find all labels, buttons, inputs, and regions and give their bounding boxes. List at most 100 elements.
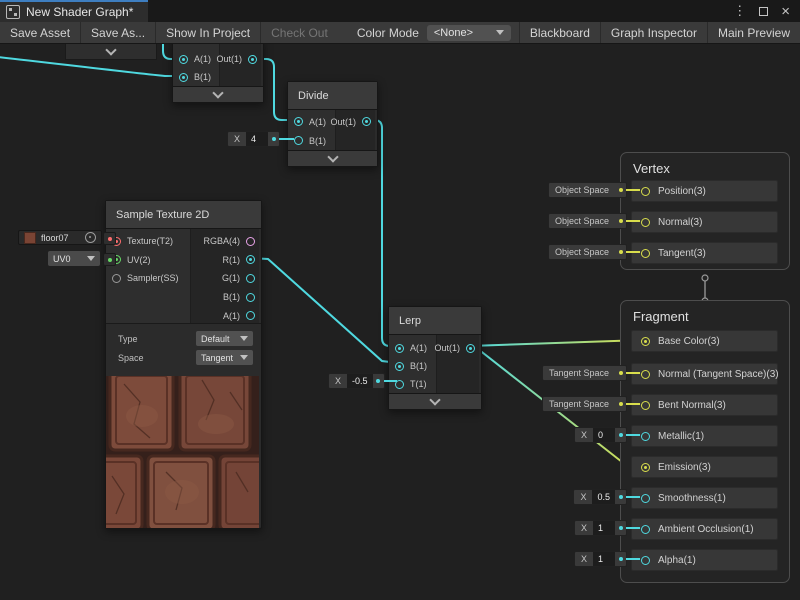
vertex-row-tangent[interactable]: Tangent(3) bbox=[631, 242, 778, 264]
field-value[interactable]: 1 bbox=[593, 521, 615, 535]
edge-sample-r-to-lerp-b[interactable] bbox=[249, 258, 398, 363]
shader-graph-window: A(1) B(1) Out(1) Divide A( bbox=[0, 0, 800, 600]
port-r[interactable] bbox=[246, 255, 255, 264]
ambient-occlusion-default-field[interactable]: X 1 bbox=[574, 520, 627, 536]
title-bar: New Shader Graph* ⋮ × bbox=[0, 0, 800, 22]
sample-title[interactable]: Sample Texture 2D bbox=[106, 201, 261, 229]
add-collapse-bar[interactable] bbox=[173, 86, 263, 102]
metallic-default-field[interactable]: X 0 bbox=[574, 427, 627, 443]
field-value[interactable]: 0.5 bbox=[592, 490, 615, 504]
port-metallic[interactable] bbox=[641, 432, 650, 441]
vertex-row-position[interactable]: Position(3) bbox=[631, 180, 778, 202]
port-sampler[interactable] bbox=[112, 274, 121, 283]
fragment-context[interactable]: Fragment Base Color(3) Normal (Tangent S… bbox=[620, 300, 790, 583]
port-lerp-a[interactable] bbox=[395, 344, 404, 353]
port-bent-normal[interactable] bbox=[641, 401, 650, 410]
sample-output-b: B(1) bbox=[191, 288, 259, 307]
port-a[interactable] bbox=[246, 311, 255, 320]
color-mode-dropdown[interactable]: <None> bbox=[427, 25, 511, 41]
position-binding[interactable]: Object Space bbox=[548, 182, 627, 198]
fragment-row-bent-normal[interactable]: Bent Normal(3) bbox=[631, 394, 778, 416]
port-normal[interactable] bbox=[641, 218, 650, 227]
fragment-row-smoothness[interactable]: Smoothness(1) bbox=[631, 487, 778, 509]
uv0-output-stub[interactable] bbox=[103, 253, 116, 266]
save-as-button[interactable]: Save As... bbox=[81, 22, 155, 43]
smoothness-default-field[interactable]: X 0.5 bbox=[573, 489, 627, 505]
port-tangent[interactable] bbox=[641, 249, 650, 258]
port-lerp-b[interactable] bbox=[395, 362, 404, 371]
port-add-out[interactable] bbox=[248, 55, 257, 64]
floor07-output-stub[interactable] bbox=[103, 232, 116, 245]
floor07-property-node[interactable]: floor07 bbox=[18, 230, 102, 245]
port-add-b[interactable] bbox=[179, 73, 188, 82]
divide-node[interactable]: Divide A(1) B(1) Out(1) bbox=[287, 81, 378, 167]
port-lerp-out[interactable] bbox=[466, 344, 475, 353]
binding-link bbox=[626, 372, 640, 374]
uv-channel-dropdown[interactable]: UV0 bbox=[48, 251, 100, 266]
port-base-color[interactable] bbox=[641, 337, 650, 346]
port-divide-out[interactable] bbox=[362, 117, 371, 126]
port-divide-b[interactable] bbox=[294, 136, 303, 145]
bent-normal-binding[interactable]: Tangent Space bbox=[542, 396, 627, 412]
tab-new-shader-graph[interactable]: New Shader Graph* bbox=[0, 0, 148, 22]
port-emission[interactable] bbox=[641, 463, 650, 472]
lerp-t-default-field[interactable]: X -0.5 bbox=[328, 373, 385, 389]
show-in-project-button[interactable]: Show In Project bbox=[156, 22, 260, 43]
window-menu-icon[interactable]: ⋮ bbox=[733, 3, 746, 19]
row-label: Alpha(1) bbox=[658, 555, 696, 566]
texture-preview bbox=[106, 376, 259, 528]
port-smoothness[interactable] bbox=[641, 494, 650, 503]
close-icon[interactable]: × bbox=[781, 4, 790, 19]
port-g[interactable] bbox=[246, 274, 255, 283]
dropdown-arrow-icon bbox=[240, 355, 248, 360]
uv-port-dot bbox=[108, 258, 112, 262]
main-preview-toggle-button[interactable]: Main Preview bbox=[708, 22, 800, 43]
lerp-collapse-bar[interactable] bbox=[389, 393, 481, 409]
space-dropdown[interactable]: Tangent bbox=[196, 350, 253, 365]
port-add-a[interactable] bbox=[179, 55, 188, 64]
field-value[interactable]: -0.5 bbox=[347, 374, 373, 388]
normal-ts-binding[interactable]: Tangent Space bbox=[542, 365, 627, 381]
graph-inspector-toggle-button[interactable]: Graph Inspector bbox=[601, 22, 707, 43]
add-node[interactable]: A(1) B(1) Out(1) bbox=[172, 38, 264, 103]
field-label: X bbox=[575, 428, 593, 442]
port-normal-ts[interactable] bbox=[641, 370, 650, 379]
toolbar: Save Asset Save As... Show In Project Ch… bbox=[0, 22, 800, 44]
port-b[interactable] bbox=[246, 293, 255, 302]
fragment-row-alpha[interactable]: Alpha(1) bbox=[631, 549, 778, 571]
edge-lerp-out-to-base-color[interactable] bbox=[470, 340, 643, 346]
port-label: A(1) bbox=[410, 343, 427, 353]
vertex-context[interactable]: Vertex Position(3) Normal(3) Tangent(3) bbox=[620, 152, 790, 270]
normal-binding[interactable]: Object Space bbox=[548, 213, 627, 229]
port-divide-a[interactable] bbox=[294, 117, 303, 126]
sample-texture-2d-node[interactable]: Sample Texture 2D Texture(T2) UV(2) Samp… bbox=[105, 200, 262, 529]
alpha-default-field[interactable]: X 1 bbox=[574, 551, 627, 567]
fragment-row-ambient-occlusion[interactable]: Ambient Occlusion(1) bbox=[631, 518, 778, 540]
maximize-icon[interactable] bbox=[759, 7, 768, 16]
fragment-row-metallic[interactable]: Metallic(1) bbox=[631, 425, 778, 447]
fragment-row-base-color[interactable]: Base Color(3) bbox=[631, 330, 778, 352]
object-picker-icon[interactable] bbox=[85, 232, 96, 243]
divide-title[interactable]: Divide bbox=[288, 82, 377, 110]
field-value[interactable]: 0 bbox=[593, 428, 615, 442]
collapsed-node-edge[interactable] bbox=[65, 43, 157, 60]
lerp-node[interactable]: Lerp A(1) B(1) T(1) Out(1) bbox=[388, 306, 482, 410]
port-alpha[interactable] bbox=[641, 556, 650, 565]
divide-collapse-bar[interactable] bbox=[288, 150, 377, 166]
connector-dot-cell bbox=[373, 374, 384, 388]
lerp-title[interactable]: Lerp bbox=[389, 307, 481, 335]
save-asset-button[interactable]: Save Asset bbox=[0, 22, 80, 43]
field-value[interactable]: 4 bbox=[246, 132, 268, 146]
tangent-binding[interactable]: Object Space bbox=[548, 244, 627, 260]
vertex-row-normal[interactable]: Normal(3) bbox=[631, 211, 778, 233]
fragment-row-emission[interactable]: Emission(3) bbox=[631, 456, 778, 478]
port-rgba[interactable] bbox=[246, 237, 255, 246]
type-dropdown[interactable]: Default bbox=[196, 331, 253, 346]
divide-b-default-field[interactable]: X 4 bbox=[227, 131, 280, 147]
field-value[interactable]: 1 bbox=[593, 552, 615, 566]
row-label: Ambient Occlusion(1) bbox=[658, 524, 754, 535]
blackboard-toggle-button[interactable]: Blackboard bbox=[520, 22, 600, 43]
port-position[interactable] bbox=[641, 187, 650, 196]
port-ambient-occlusion[interactable] bbox=[641, 525, 650, 534]
fragment-row-normal-ts[interactable]: Normal (Tangent Space)(3) bbox=[631, 363, 778, 385]
